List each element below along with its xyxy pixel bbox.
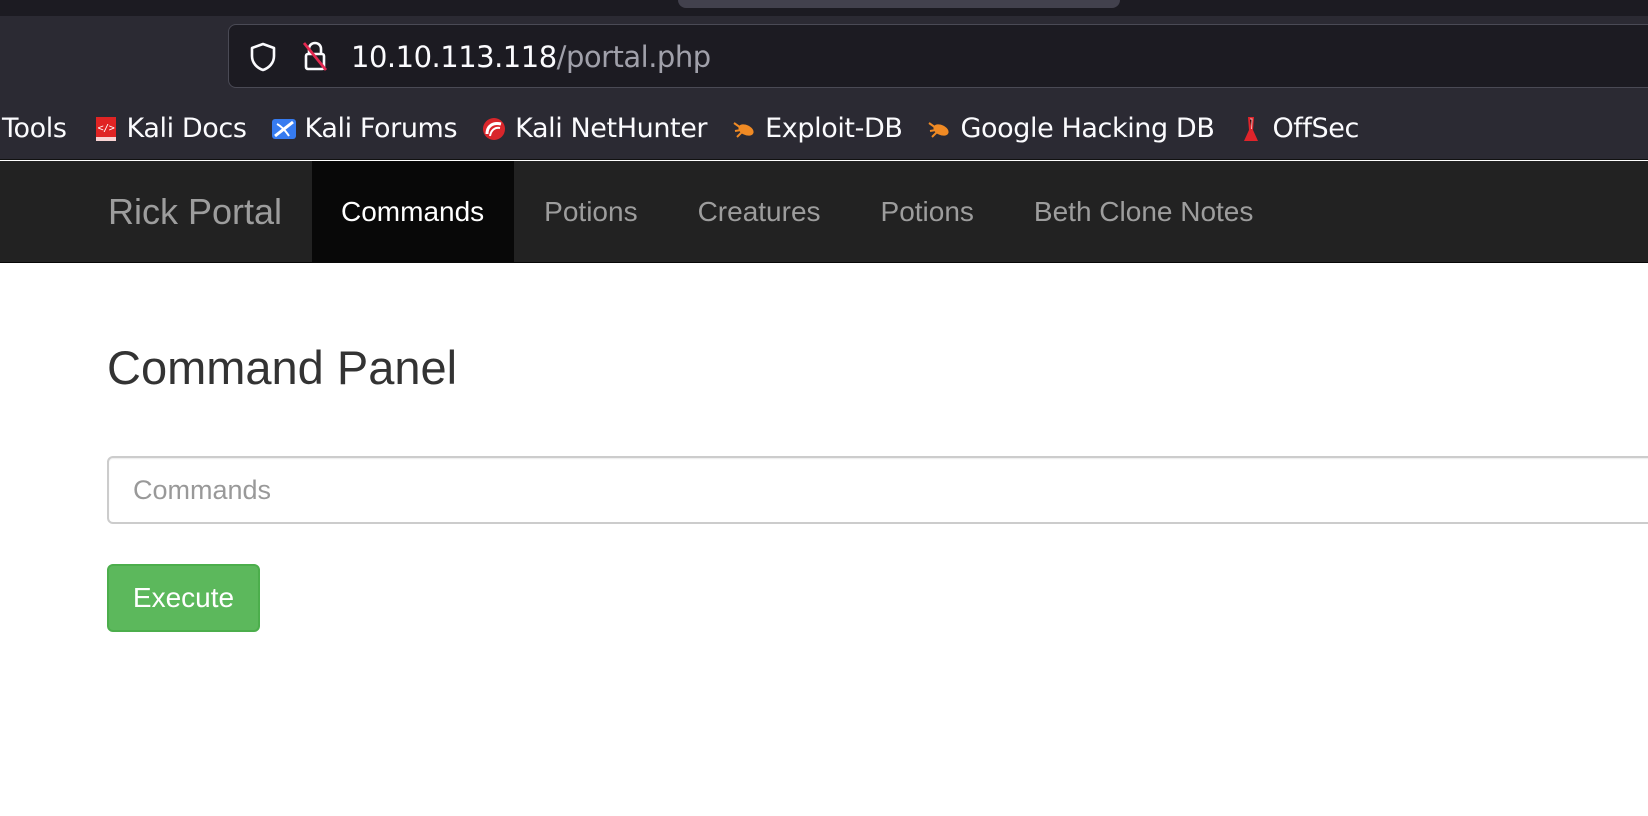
bookmark-label: Kali Forums — [304, 113, 458, 144]
bookmark-exploit-db[interactable]: Exploit-DB — [731, 98, 903, 159]
nav-item-potions-2[interactable]: Potions — [851, 161, 1004, 263]
nav-item-beth-clone-notes[interactable]: Beth Clone Notes — [1004, 161, 1283, 263]
bookmark-tools[interactable]: Tools — [2, 98, 67, 159]
bookmark-kali-forums[interactable]: Kali Forums — [271, 98, 458, 159]
bookmark-label: Tools — [2, 113, 67, 144]
nav-item-creatures[interactable]: Creatures — [668, 161, 851, 263]
kali-nethunter-icon — [483, 117, 506, 140]
bookmark-label: Kali NetHunter — [515, 113, 708, 144]
bookmark-kali-nethunter[interactable]: Kali NetHunter — [481, 98, 708, 159]
google-hacking-db-icon — [928, 121, 950, 138]
nav-links: Commands Potions Creatures Potions Beth … — [312, 161, 1283, 263]
url-bar[interactable]: 10.10.113.118/portal.php — [228, 24, 1648, 88]
bookmark-google-hacking-db[interactable]: Google Hacking DB — [926, 98, 1215, 159]
exploit-db-icon — [733, 121, 754, 138]
bookmark-label: Google Hacking DB — [960, 113, 1215, 144]
nav-item-potions[interactable]: Potions — [514, 161, 667, 263]
svg-text:</>: </> — [97, 123, 114, 134]
browser-tab-strip — [0, 0, 1648, 16]
active-tab[interactable] — [678, 0, 1120, 8]
site-navbar: Rick Portal Commands Potions Creatures P… — [0, 161, 1648, 263]
kali-docs-icon: </> — [95, 116, 116, 141]
browser-toolbar: 10.10.113.118/portal.php — [0, 16, 1648, 98]
brand-link[interactable]: Rick Portal — [108, 161, 282, 263]
bookmark-offsec[interactable]: OffSec — [1238, 98, 1359, 159]
page-title: Command Panel — [107, 341, 458, 394]
url-path: /portal.php — [556, 40, 711, 74]
url-text[interactable]: 10.10.113.118/portal.php — [351, 38, 711, 76]
bookmark-label: Exploit-DB — [765, 113, 903, 144]
bookmark-kali-docs[interactable]: </> Kali Docs — [93, 98, 247, 159]
url-host: 10.10.113.118 — [351, 40, 557, 74]
execute-button[interactable]: Execute — [107, 564, 260, 632]
offsec-icon — [1244, 116, 1259, 141]
bookmark-label: OffSec — [1272, 113, 1359, 144]
nav-item-commands[interactable]: Commands — [312, 161, 515, 263]
shield-icon[interactable] — [247, 41, 279, 73]
kali-forums-icon — [271, 118, 296, 139]
bookmark-label: Kali Docs — [126, 113, 247, 144]
insecure-lock-icon[interactable] — [299, 39, 331, 73]
bookmarks-toolbar: Tools </> Kali Docs Kali Forums Kali Net… — [0, 98, 1648, 160]
command-input[interactable] — [107, 456, 1648, 524]
